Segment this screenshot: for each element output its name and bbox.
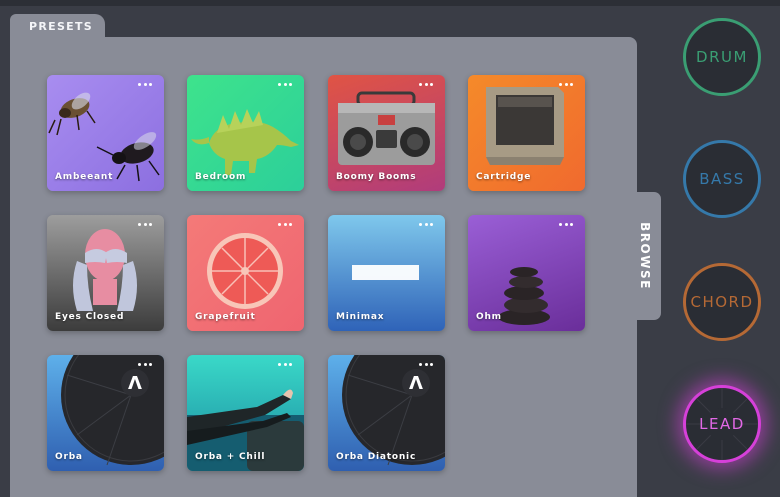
preset-label: Grapefruit (195, 312, 256, 322)
top-bar (0, 0, 780, 6)
preset-label: Bedroom (195, 172, 247, 182)
preset-label: Orba (55, 452, 83, 462)
more-options-icon[interactable] (419, 363, 437, 367)
more-options-icon[interactable] (559, 83, 577, 87)
tab-browse-label: BROWSE (638, 222, 652, 290)
preset-tile-eyes-closed[interactable]: Eyes Closed (47, 215, 164, 331)
mode-chord-label: CHORD (690, 293, 754, 311)
preset-tile-ambeeant[interactable]: Ambeeant (47, 75, 164, 191)
preset-tile-orba-diatonic[interactable]: Λ Orba Diatonic (328, 355, 445, 471)
preset-tile-grapefruit[interactable]: Grapefruit (187, 215, 304, 331)
preset-tile-ohm[interactable]: Ohm (468, 215, 585, 331)
preset-label: Minimax (336, 312, 385, 322)
preset-tile-bedroom[interactable]: Bedroom (187, 75, 304, 191)
preset-label: Orba + Chill (195, 452, 266, 462)
mode-bass-label: BASS (699, 170, 745, 188)
more-options-icon[interactable] (138, 83, 156, 87)
preset-label: Eyes Closed (55, 312, 125, 322)
tab-presets-label: PRESETS (29, 20, 94, 33)
more-options-icon[interactable] (138, 363, 156, 367)
preset-label: Orba Diatonic (336, 452, 417, 462)
more-options-icon[interactable] (419, 223, 437, 227)
more-options-icon[interactable] (559, 223, 577, 227)
mode-drum-label: DRUM (696, 48, 748, 66)
more-options-icon[interactable] (278, 223, 296, 227)
preset-label: Cartridge (476, 172, 532, 182)
preset-tile-orba[interactable]: Λ Orba (47, 355, 164, 471)
more-options-icon[interactable] (278, 363, 296, 367)
mode-chord-button[interactable]: CHORD (683, 263, 761, 341)
more-options-icon[interactable] (138, 223, 156, 227)
preset-tile-cartridge[interactable]: Cartridge (468, 75, 585, 191)
preset-tile-orba-chill[interactable]: Orba + Chill (187, 355, 304, 471)
preset-label: Ohm (476, 312, 502, 322)
svg-text:Λ: Λ (128, 373, 142, 394)
mode-drum-button[interactable]: DRUM (683, 18, 761, 96)
preset-tile-boomy-booms[interactable]: Boomy Booms (328, 75, 445, 191)
preset-label: Boomy Booms (336, 172, 417, 182)
mode-bass-button[interactable]: BASS (683, 140, 761, 218)
svg-text:Λ: Λ (409, 373, 423, 394)
more-options-icon[interactable] (278, 83, 296, 87)
preset-label: Ambeeant (55, 172, 114, 182)
mode-lead-button[interactable]: LEAD (683, 385, 761, 463)
mode-lead-label: LEAD (699, 415, 745, 433)
preset-tile-minimax[interactable]: Minimax (328, 215, 445, 331)
more-options-icon[interactable] (419, 83, 437, 87)
